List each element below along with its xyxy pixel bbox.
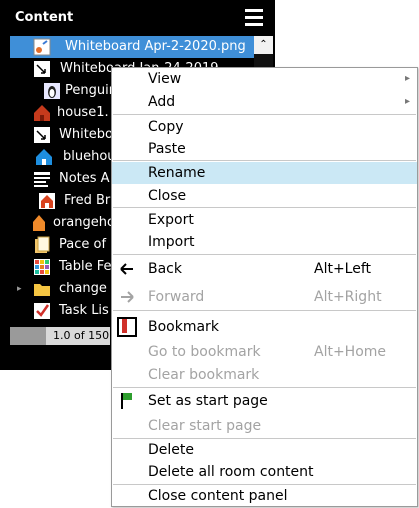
pager-thumb[interactable] [10, 327, 46, 345]
menu-item-add[interactable]: Add ▸ [112, 91, 417, 113]
bookmark-icon [117, 317, 137, 337]
scroll-up-icon[interactable]: ⌃ [254, 36, 273, 54]
red-house-icon [34, 105, 50, 121]
panel-title: Content [15, 10, 74, 25]
menu-item-copy[interactable]: Copy [112, 116, 417, 138]
tree-item-label: Pace of [59, 237, 107, 252]
panel-header: Content [0, 0, 275, 36]
tree-item-label: Fred Br [64, 193, 111, 208]
whiteboard-icon [34, 127, 50, 143]
tree-item-label: Whiteboard Apr-2-2020.png [65, 39, 246, 54]
menu-item-bookmark[interactable]: Bookmark [112, 316, 417, 338]
tree-item-label: Notes A [59, 171, 110, 186]
menu-item-rename[interactable]: Rename [112, 162, 417, 184]
menu-separator [113, 207, 416, 208]
tree-item-label: change [59, 281, 107, 296]
tree-item-label: Penguin [65, 83, 117, 98]
menu-item-set-start-page[interactable]: Set as start page [112, 390, 417, 412]
folder-icon [34, 284, 50, 296]
menu-item-label: View [148, 71, 182, 87]
menu-item-label: Add [148, 94, 176, 110]
tree-item-label: house1. [57, 105, 109, 120]
menu-item-label: Delete all room content [148, 464, 314, 480]
tree-item-label: Task Lis [59, 303, 109, 318]
menu-item-label: Go to bookmark [148, 344, 261, 360]
table-icon [34, 259, 50, 275]
menu-item-label: Forward [148, 289, 205, 305]
penguin-image-icon [44, 83, 60, 99]
expand-arrow-icon[interactable]: ▸ [17, 278, 22, 300]
context-menu: View ▸ Add ▸ Copy Paste Rename Close Exp… [111, 67, 418, 507]
menu-item-label: Paste [148, 141, 186, 157]
orange-house-icon [33, 215, 45, 231]
tree-item-label: Table Fe [59, 259, 112, 274]
document-icon [35, 236, 50, 253]
menu-item-close-content-panel[interactable]: Close content panel [112, 485, 417, 507]
whiteboard-icon [34, 61, 50, 77]
whiteboard-image-icon [33, 38, 51, 56]
menu-item-back[interactable]: Back Alt+Left [112, 258, 417, 280]
menu-separator [113, 310, 416, 311]
menu-item-go-to-bookmark[interactable]: Go to bookmark Alt+Home [112, 341, 417, 363]
menu-item-export[interactable]: Export [112, 209, 417, 231]
menu-item-label: Import [148, 234, 195, 250]
menu-item-label: Clear bookmark [148, 367, 260, 383]
house-image-icon [39, 193, 55, 209]
submenu-arrow-icon: ▸ [405, 73, 411, 84]
tree-item-label: orangeho [53, 215, 115, 230]
menu-item-label: Close [148, 188, 187, 204]
menu-item-label: Export [148, 212, 194, 228]
menu-item-paste[interactable]: Paste [112, 138, 417, 160]
forward-arrow-icon [121, 291, 134, 303]
menu-item-view[interactable]: View ▸ [112, 68, 417, 90]
menu-item-label: Bookmark [148, 319, 219, 335]
menu-item-close[interactable]: Close [112, 185, 417, 207]
menu-item-delete-all-room-content[interactable]: Delete all room content [112, 461, 417, 483]
start-flag-icon [121, 393, 132, 409]
menu-item-shortcut: Alt+Left [314, 261, 372, 277]
menu-item-shortcut: Alt+Home [314, 344, 387, 360]
menu-separator [113, 160, 416, 161]
menu-item-clear-start-page[interactable]: Clear start page [112, 415, 417, 437]
submenu-arrow-icon: ▸ [405, 96, 411, 107]
back-arrow-icon [120, 263, 133, 275]
menu-separator [113, 114, 416, 115]
tree-item[interactable]: Whiteboard Apr-2-2020.png [0, 36, 255, 58]
menu-item-clear-bookmark[interactable]: Clear bookmark [112, 364, 417, 386]
blue-house-icon [36, 149, 52, 165]
menu-item-label: Set as start page [148, 393, 268, 409]
menu-item-label: Clear start page [148, 418, 262, 434]
menu-item-label: Close content panel [148, 488, 288, 504]
menu-item-label: Delete [148, 442, 194, 458]
menu-item-import[interactable]: Import [112, 231, 417, 253]
menu-item-shortcut: Alt+Right [314, 289, 382, 305]
hamburger-menu-icon[interactable] [245, 9, 263, 27]
notes-icon [34, 172, 50, 187]
menu-item-label: Copy [148, 119, 184, 135]
menu-separator [113, 254, 416, 255]
checklist-icon [34, 303, 50, 319]
menu-item-forward[interactable]: Forward Alt+Right [112, 286, 417, 308]
pager-text: 1.0 of 150 [53, 329, 110, 342]
menu-item-delete[interactable]: Delete [112, 439, 417, 461]
menu-item-label: Back [148, 261, 182, 277]
menu-item-label: Rename [148, 165, 206, 181]
menu-separator [113, 387, 416, 388]
